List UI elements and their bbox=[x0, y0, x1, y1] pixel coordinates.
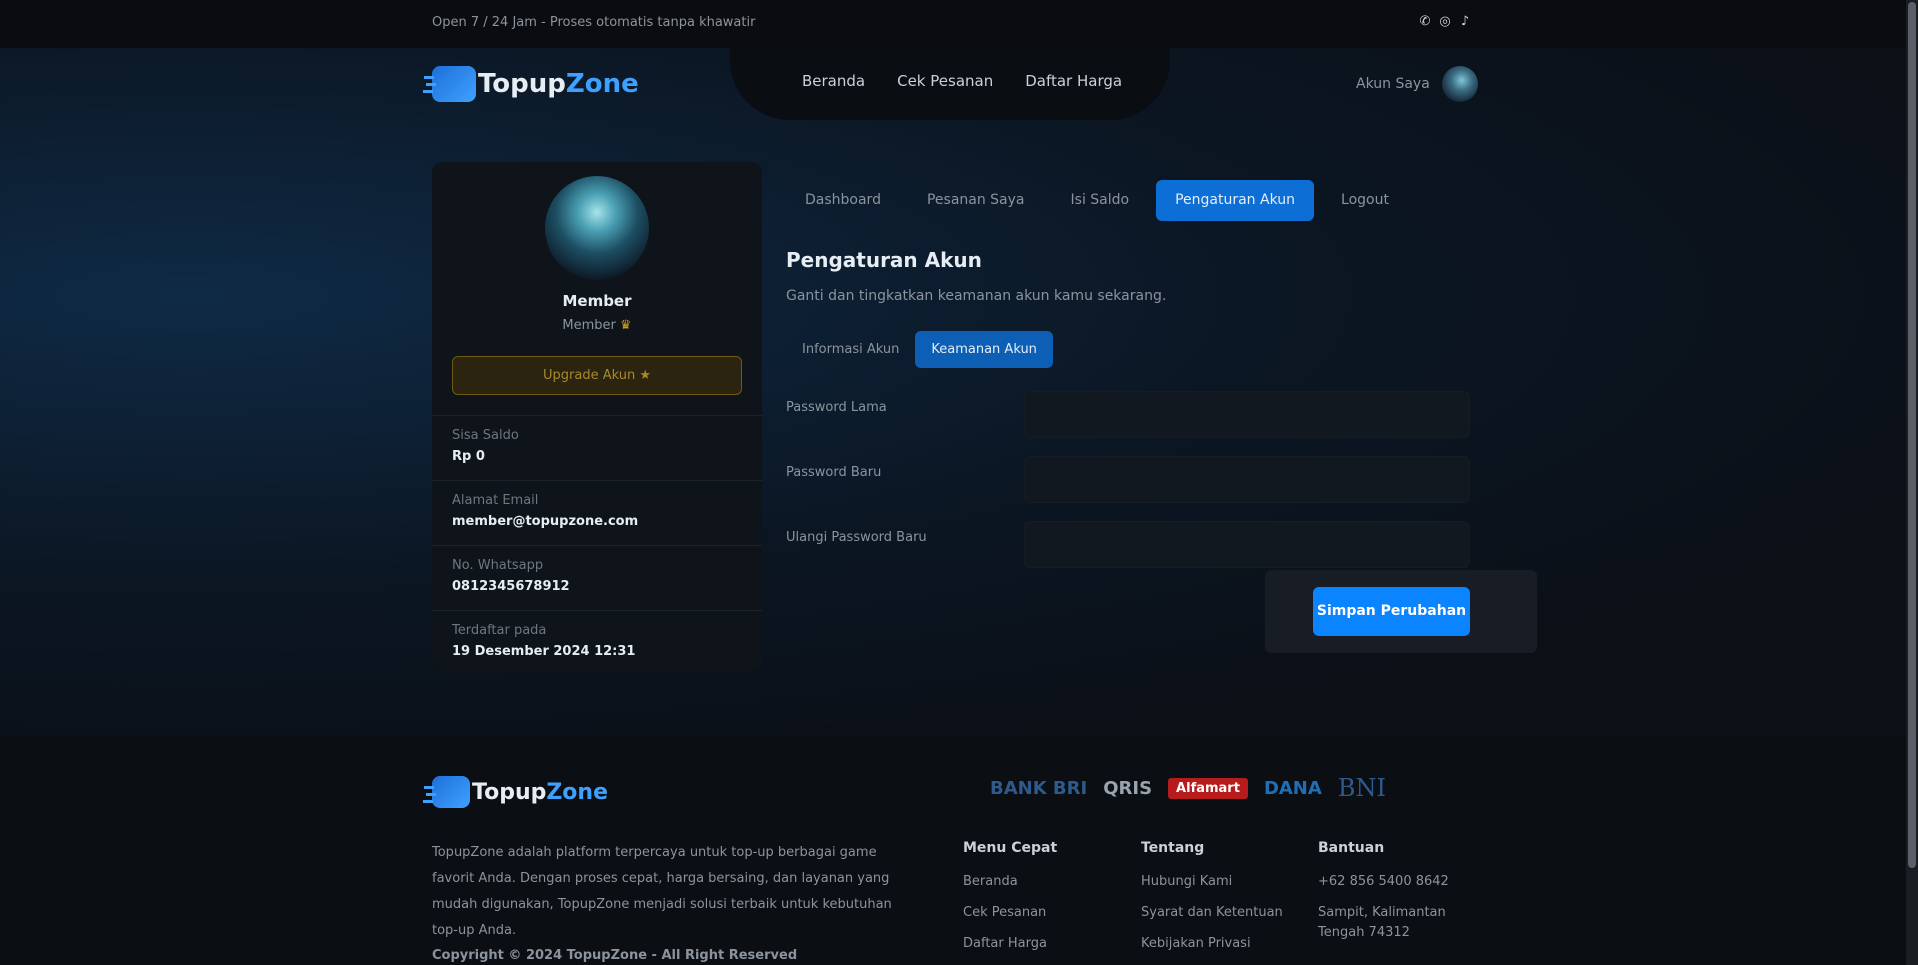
user-avatar bbox=[1441, 66, 1478, 102]
profile-avatar bbox=[545, 176, 649, 280]
info-row-whatsapp: No. Whatsapp 0812345678912 bbox=[432, 545, 762, 610]
logo-text-part2: Zone bbox=[546, 779, 609, 805]
alfamart-logo: Alfamart bbox=[1168, 777, 1248, 799]
footer-link-privacy[interactable]: Kebijakan Privasi bbox=[1141, 934, 1283, 954]
whatsapp-icon[interactable]: ✆ bbox=[1418, 15, 1432, 29]
footer-link-price-list[interactable]: Daftar Harga bbox=[963, 934, 1057, 954]
save-panel: Simpan Perubahan bbox=[1265, 570, 1537, 653]
info-value: 0812345678912 bbox=[452, 579, 570, 594]
info-label: Alamat Email bbox=[452, 493, 539, 508]
info-label: No. Whatsapp bbox=[452, 558, 544, 573]
star-icon: ★ bbox=[639, 368, 651, 383]
account-menu[interactable]: Akun Saya bbox=[1356, 66, 1478, 102]
subtab-account-info[interactable]: Informasi Akun bbox=[786, 331, 915, 368]
bank-bri-logo: BANK BRI bbox=[990, 777, 1088, 799]
old-password-input[interactable] bbox=[1024, 391, 1470, 438]
qris-logo: QRIS bbox=[1103, 777, 1153, 799]
info-row-email: Alamat Email member@topupzone.com bbox=[432, 480, 762, 545]
info-value: 19 Desember 2024 12:31 bbox=[452, 644, 636, 659]
announcement-text: Open 7 / 24 Jam - Proses otomatis tanpa … bbox=[432, 15, 756, 30]
info-value: member@topupzone.com bbox=[452, 514, 639, 529]
site-logo[interactable]: Topup Zone bbox=[424, 66, 639, 102]
footer-about-text: TopupZone adalah platform terpercaya unt… bbox=[432, 845, 892, 938]
nav-link-home[interactable]: Beranda bbox=[802, 72, 865, 90]
new-password-input[interactable] bbox=[1024, 456, 1470, 503]
footer-column-heading: Bantuan bbox=[1318, 840, 1385, 856]
info-row-balance: Sisa Saldo Rp 0 bbox=[432, 415, 762, 480]
tab-account-settings[interactable]: Pengaturan Akun bbox=[1156, 180, 1315, 221]
footer-column-about: Tentang Hubungi Kami Syarat dan Ketentua… bbox=[1141, 840, 1283, 965]
page-scrollbar[interactable] bbox=[1906, 0, 1918, 965]
tab-top-up-balance[interactable]: Isi Saldo bbox=[1052, 180, 1149, 221]
payment-methods: BANK BRI QRIS Alfamart DANA BNI bbox=[990, 774, 1386, 802]
profile-sidebar: Member Member ♛ Upgrade Akun ★ Sisa Saldo… bbox=[432, 162, 762, 672]
save-changes-button[interactable]: Simpan Perubahan bbox=[1313, 587, 1470, 636]
footer-logo[interactable]: Topup Zone bbox=[424, 776, 609, 808]
footer-column-quick-menu: Menu Cepat Beranda Cek Pesanan Daftar Ha… bbox=[963, 840, 1057, 965]
copyright-text: Copyright © 2024 TopupZone - All Right R… bbox=[432, 948, 798, 963]
upgrade-label: Upgrade Akun bbox=[542, 368, 636, 383]
footer-link-check-order[interactable]: Cek Pesanan bbox=[963, 903, 1057, 923]
tab-dashboard[interactable]: Dashboard bbox=[786, 180, 900, 221]
footer-link-contact[interactable]: Hubungi Kami bbox=[1141, 872, 1283, 892]
confirm-password-input[interactable] bbox=[1024, 521, 1470, 568]
tiktok-icon[interactable]: ♪ bbox=[1458, 15, 1472, 29]
footer-column-heading: Tentang bbox=[1141, 840, 1205, 856]
profile-level: Member ♛ bbox=[432, 318, 762, 333]
footer-column-help: Bantuan +62 856 5400 8642 Sampit, Kalima… bbox=[1318, 840, 1468, 954]
site-footer: Topup Zone BANK BRI QRIS Alfamart DANA B… bbox=[0, 736, 1906, 965]
logo-icon bbox=[424, 66, 476, 102]
subtab-account-security[interactable]: Keamanan Akun bbox=[915, 331, 1053, 368]
settings-subtabs: Informasi Akun Keamanan Akun bbox=[786, 331, 1053, 368]
footer-link-home[interactable]: Beranda bbox=[963, 872, 1057, 892]
bni-logo: BNI bbox=[1337, 774, 1386, 802]
info-label: Sisa Saldo bbox=[452, 428, 519, 443]
dana-logo: DANA bbox=[1263, 777, 1322, 799]
crown-icon: ♛ bbox=[619, 318, 632, 333]
page-title: Pengaturan Akun bbox=[786, 248, 982, 272]
new-password-label: Password Baru bbox=[786, 465, 882, 480]
nav-link-price-list[interactable]: Daftar Harga bbox=[1025, 72, 1122, 90]
logo-text-part1: Topup bbox=[472, 779, 547, 805]
footer-phone: +62 856 5400 8642 bbox=[1318, 874, 1449, 889]
logo-text-part2: Zone bbox=[565, 69, 639, 99]
tab-my-orders[interactable]: Pesanan Saya bbox=[908, 180, 1044, 221]
info-label: Terdaftar pada bbox=[452, 623, 547, 638]
profile-level-text: Member bbox=[562, 318, 616, 333]
profile-name: Member bbox=[562, 292, 632, 310]
social-links: ✆ ◎ ♪ bbox=[1418, 15, 1472, 29]
page-subtitle: Ganti dan tingkatkan keamanan akun kamu … bbox=[786, 288, 1167, 304]
nav-link-check-order[interactable]: Cek Pesanan bbox=[897, 72, 993, 90]
logo-text-part1: Topup bbox=[478, 69, 566, 99]
scrollbar-thumb[interactable] bbox=[1908, 2, 1916, 868]
instagram-icon[interactable]: ◎ bbox=[1438, 15, 1452, 29]
upgrade-account-button[interactable]: Upgrade Akun ★ bbox=[452, 356, 742, 395]
confirm-password-label: Ulangi Password Baru bbox=[786, 530, 927, 545]
dashboard-tabs: Dashboard Pesanan Saya Isi Saldo Pengatu… bbox=[786, 180, 1416, 221]
old-password-label: Password Lama bbox=[786, 400, 887, 415]
footer-column-heading: Menu Cepat bbox=[963, 840, 1058, 856]
footer-link-terms[interactable]: Syarat dan Ketentuan bbox=[1141, 903, 1283, 923]
info-value: Rp 0 bbox=[452, 449, 485, 464]
top-announcement-bar: Open 7 / 24 Jam - Proses otomatis tanpa … bbox=[0, 0, 1906, 48]
account-label: Akun Saya bbox=[1356, 76, 1430, 92]
main-nav: Beranda Cek Pesanan Daftar Harga bbox=[802, 72, 1122, 90]
footer-address: Sampit, Kalimantan Tengah 74312 bbox=[1318, 905, 1446, 940]
info-row-registered: Terdaftar pada 19 Desember 2024 12:31 bbox=[432, 610, 762, 675]
logo-icon bbox=[424, 776, 470, 808]
site-header: Topup Zone Beranda Cek Pesanan Daftar Ha… bbox=[0, 46, 1906, 124]
tab-logout[interactable]: Logout bbox=[1322, 180, 1408, 221]
